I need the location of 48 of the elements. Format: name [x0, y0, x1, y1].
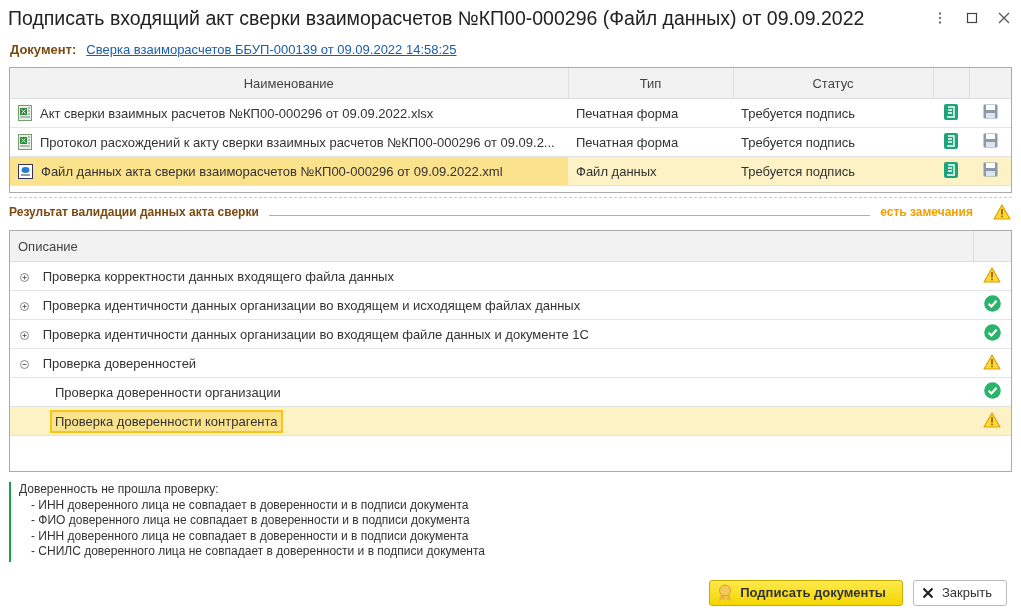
file-type: Печатная форма — [576, 134, 679, 150]
badge-icon — [718, 583, 733, 602]
column-header[interactable]: Описание — [10, 231, 973, 262]
file-type: Файл данных — [576, 163, 657, 179]
save-icon[interactable] — [982, 133, 998, 148]
tree-item[interactable]: Проверка доверенностей — [37, 351, 202, 375]
maximize-icon[interactable] — [965, 11, 979, 25]
collapse-icon[interactable] — [20, 359, 29, 369]
tree-item[interactable]: Проверка идентичности данных организации во входящем файле данных и документе 1С — [37, 322, 594, 346]
message-line: - ФИО доверенного лица не совпадает в доверенности и в подписи документа — [30, 513, 471, 529]
message-line: - ИНН доверенного лица не совпадает в доверенности и в подписи документа — [30, 497, 470, 514]
file-type: Печатная форма — [576, 105, 679, 121]
document-label: Документ: — [10, 42, 77, 57]
close-button[interactable]: Закрыть — [912, 579, 1007, 606]
data-file-icon — [18, 163, 33, 179]
file-name: Акт сверки взаимных расчетов №КП00-000296 от 09.09.2022.xlsx — [40, 105, 434, 121]
expand-icon[interactable] — [20, 301, 29, 311]
document-icon[interactable] — [944, 103, 958, 120]
validation-title: Результат валидации данных акта сверки — [9, 205, 259, 219]
column-header[interactable]: Статус — [733, 68, 933, 99]
tree-item[interactable]: Проверка идентичности данных организации во входящем и исходящем файлах данных — [37, 293, 586, 317]
file-status: Требуется подпись — [741, 163, 855, 179]
expand-icon[interactable] — [20, 272, 29, 282]
file-status: Требуется подпись — [741, 105, 855, 121]
message-line: - СНИЛС доверенного лица не совпадает в доверенности и в подписи документа — [30, 544, 487, 560]
file-name: Протокол расхождений к акту сверки взаимных расчетов №КП00-000296 от 09.09.2... — [40, 134, 555, 150]
window-title: Подписать входящий акт сверки взаиморасчетов №КП00-000296 (Файл данных) от 09.09.2022 — [8, 6, 866, 30]
expand-icon[interactable] — [20, 330, 29, 340]
validation-result: есть замечания — [880, 205, 973, 219]
document-icon[interactable] — [944, 132, 958, 149]
spreadsheet-file-icon — [18, 134, 32, 150]
tree-item[interactable]: Проверка корректности данных входящего файла данных — [37, 264, 399, 288]
tree-item[interactable]: Проверка доверенности контрагента — [50, 409, 283, 433]
save-icon[interactable] — [982, 104, 998, 119]
document-icon[interactable] — [944, 161, 958, 178]
message-heading: Доверенность не прошла проверку: — [19, 482, 220, 498]
file-status: Требуется подпись — [741, 134, 855, 150]
message-line: - ИНН доверенного лица не совпадает в доверенности и в подписи документа — [30, 528, 470, 545]
document-link[interactable]: Сверка взаиморасчетов ББУП-000139 от 09.09.2022 14:58:25 — [86, 42, 457, 57]
sign-button[interactable]: Подписать документы — [709, 579, 903, 606]
tree-item[interactable]: Проверка доверенности организации — [50, 380, 286, 404]
close-icon[interactable] — [997, 11, 1011, 25]
close-icon — [921, 586, 934, 599]
column-header[interactable]: Тип — [568, 68, 733, 99]
save-icon[interactable] — [982, 162, 998, 177]
column-header[interactable]: Наименование — [10, 68, 568, 99]
spreadsheet-file-icon — [18, 105, 32, 121]
file-name: Файл данных акта сверки взаиморасчетов №КП00-000296 от 09.09.2022.xml — [41, 163, 503, 179]
